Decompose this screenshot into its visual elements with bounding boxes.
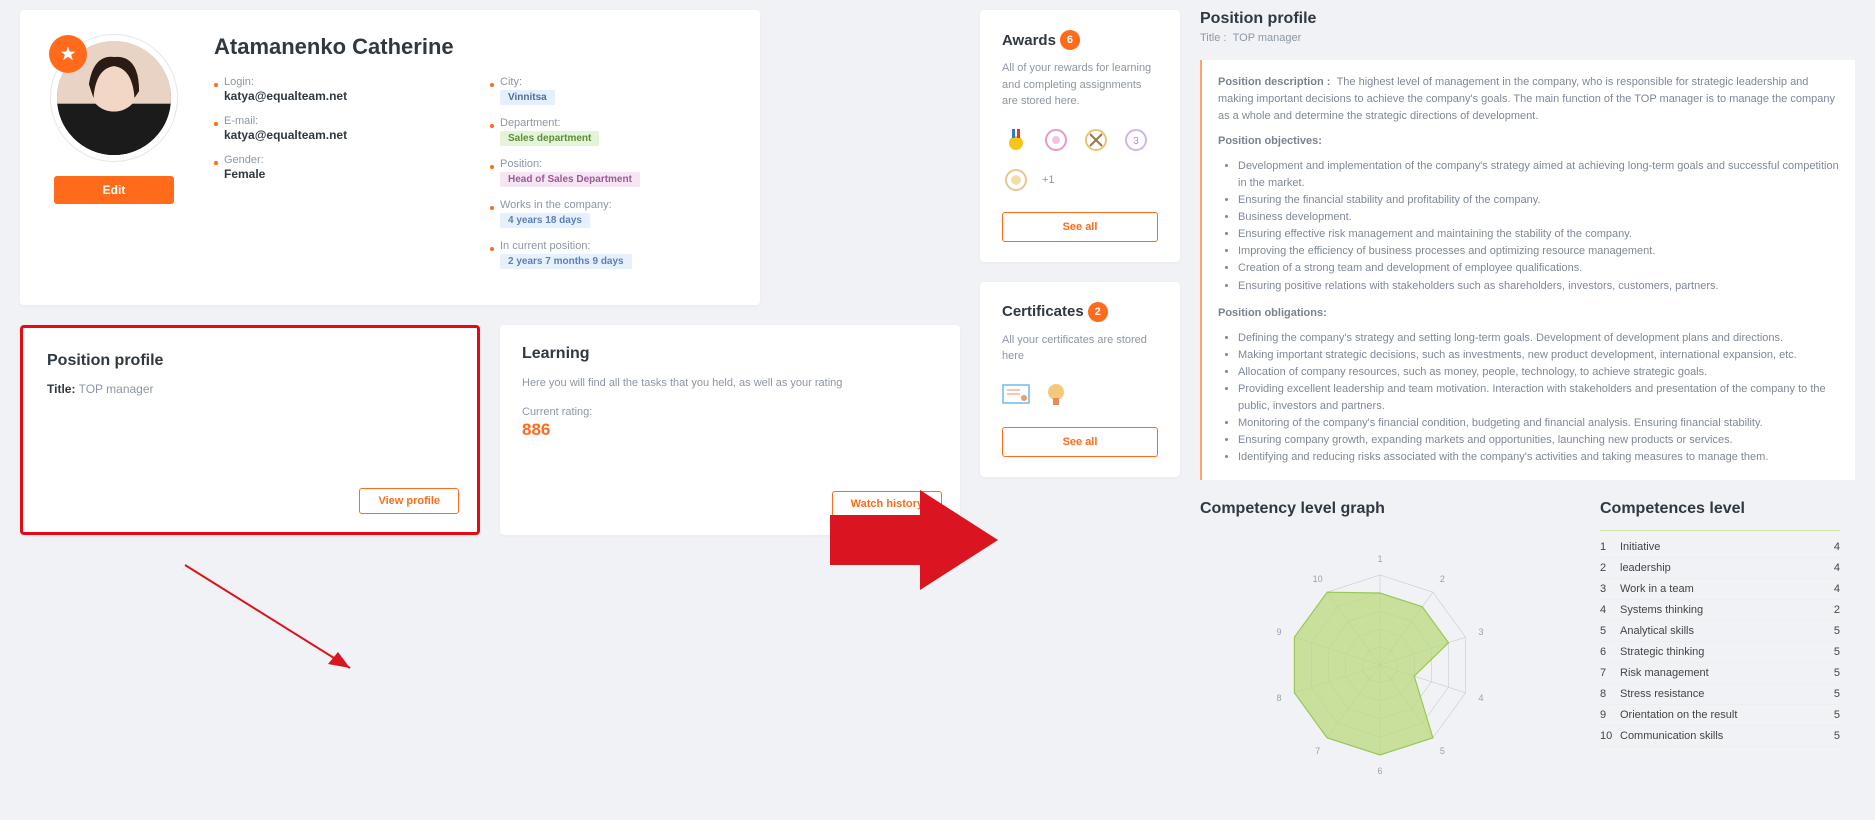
- learning-title: Learning: [522, 345, 938, 363]
- svg-text:2: 2: [1440, 574, 1445, 584]
- medal-icon: [1002, 126, 1030, 154]
- certificates-count-badge: 2: [1088, 302, 1108, 322]
- obligation-item: Allocation of company resources, such as…: [1238, 364, 1839, 381]
- svg-text:6: 6: [1377, 766, 1382, 776]
- objective-item: Ensuring effective risk management and m…: [1238, 226, 1839, 243]
- login-label: Login:: [224, 76, 460, 88]
- objective-item: Improving the efficiency of business pro…: [1238, 243, 1839, 260]
- desc-label: Position description :: [1218, 76, 1330, 88]
- awards-see-all-button[interactable]: See all: [1002, 212, 1158, 242]
- position-profile-panel: Position profile Title : TOP manager Pos…: [1200, 10, 1855, 800]
- competence-row: 6Strategic thinking5: [1600, 642, 1840, 663]
- dept-chip: Sales department: [500, 131, 599, 146]
- dept-label: Department:: [500, 117, 736, 129]
- email-value: katya@equalteam.net: [224, 128, 460, 142]
- position-title-value: TOP manager: [79, 382, 154, 396]
- certificates-desc: All your certificates are stored here: [1002, 332, 1158, 365]
- svg-text:3: 3: [1478, 627, 1483, 637]
- position-chip: Head of Sales Department: [500, 172, 640, 187]
- objective-item: Creation of a strong team and developmen…: [1238, 260, 1839, 277]
- city-label: City:: [500, 76, 736, 88]
- certificates-card: Certificates 2 All your certificates are…: [980, 282, 1180, 477]
- works-chip: 4 years 18 days: [500, 213, 590, 228]
- obligation-item: Defining the company's strategy and sett…: [1238, 330, 1839, 347]
- awards-extra: +1: [1042, 174, 1055, 186]
- right-header: Position profile: [1200, 10, 1855, 28]
- svg-text:10: 10: [1313, 574, 1323, 584]
- learning-desc: Here you will find all the tasks that yo…: [522, 375, 938, 392]
- profile-card: Edit Atamanenko Catherine Login:katya@eq…: [20, 10, 760, 305]
- competences-title: Competences level: [1600, 500, 1840, 518]
- certificates-see-all-button[interactable]: See all: [1002, 427, 1158, 457]
- competence-row: 8Stress resistance5: [1600, 684, 1840, 705]
- login-value: katya@equalteam.net: [224, 89, 460, 103]
- position-label: Position:: [500, 158, 736, 170]
- right-sub-value: TOP manager: [1233, 32, 1302, 44]
- objective-item: Development and implementation of the co…: [1238, 158, 1839, 192]
- star-badge-icon: [49, 35, 87, 73]
- svg-text:8: 8: [1276, 693, 1281, 703]
- obligation-item: Monitoring of the company's financial co…: [1238, 415, 1839, 432]
- svg-text:4: 4: [1478, 693, 1483, 703]
- competence-row: 9Orientation on the result5: [1600, 705, 1840, 726]
- objective-item: Ensuring positive relations with stakeho…: [1238, 278, 1839, 295]
- obligation-item: Providing excellent leadership and team …: [1238, 381, 1839, 415]
- svg-text:7: 7: [1315, 746, 1320, 756]
- svg-text:3: 3: [1133, 136, 1139, 147]
- rating-label: Current rating:: [522, 406, 938, 418]
- objective-item: Ensuring the financial stability and pro…: [1238, 192, 1839, 209]
- obligation-item: Identifying and reducing risks associate…: [1238, 449, 1839, 466]
- obligations-list: Defining the company's strategy and sett…: [1218, 330, 1839, 466]
- avatar-ring: [50, 34, 178, 162]
- svg-text:1: 1: [1377, 554, 1382, 564]
- awards-title: Awards: [1002, 32, 1056, 49]
- competence-row: 5Analytical skills5: [1600, 621, 1840, 642]
- rating-value: 886: [522, 420, 938, 440]
- obligation-item: Ensuring company growth, expanding marke…: [1238, 432, 1839, 449]
- obligation-item: Making important strategic decisions, su…: [1238, 347, 1839, 364]
- trophy-icon: 3: [1122, 126, 1150, 154]
- competence-row: 2leadership4: [1600, 558, 1840, 579]
- big-arrow-annotation-icon: [830, 485, 1000, 598]
- gender-value: Female: [224, 167, 460, 181]
- objective-item: Business development.: [1238, 209, 1839, 226]
- radar-chart: 1 2 3 4 5 6 7 8 9 10: [1235, 530, 1525, 800]
- graph-title: Competency level graph: [1200, 500, 1385, 518]
- email-label: E-mail:: [224, 115, 460, 127]
- certificate-icon-2: [1042, 381, 1070, 409]
- objectives-label: Position objectives:: [1218, 135, 1322, 147]
- position-profile-title: Position profile: [47, 352, 453, 370]
- gender-label: Gender:: [224, 154, 460, 166]
- works-label: Works in the company:: [500, 199, 736, 211]
- svg-text:5: 5: [1440, 746, 1445, 756]
- competence-row: 10Communication skills5: [1600, 726, 1840, 747]
- objectives-list: Development and implementation of the co…: [1218, 158, 1839, 294]
- awards-card: Awards 6 All of your rewards for learnin…: [980, 10, 1180, 262]
- certificate-icon-1: [1002, 381, 1030, 409]
- competences-table: 1Initiative42leadership43Work in a team4…: [1600, 530, 1840, 747]
- awards-count-badge: 6: [1060, 30, 1080, 50]
- competence-row: 7Risk management5: [1600, 663, 1840, 684]
- description-box: Position description : The highest level…: [1200, 60, 1855, 480]
- curpos-label: In current position:: [500, 240, 736, 252]
- awards-desc: All of your rewards for learning and com…: [1002, 60, 1158, 110]
- certificates-title: Certificates: [1002, 303, 1084, 320]
- edit-button[interactable]: Edit: [54, 176, 174, 204]
- competence-row: 3Work in a team4: [1600, 579, 1840, 600]
- competence-row: 4Systems thinking2: [1600, 600, 1840, 621]
- badge-icon: [1042, 126, 1070, 154]
- circle-badge-icon: [1002, 166, 1030, 194]
- svg-text:9: 9: [1276, 627, 1281, 637]
- curpos-chip: 2 years 7 months 9 days: [500, 254, 632, 269]
- profile-name: Atamanenko Catherine: [214, 34, 736, 60]
- position-profile-card: Position profile Title: TOP manager View…: [20, 325, 480, 535]
- position-title-label: Title:: [47, 382, 75, 396]
- small-arrow-annotation-icon: [180, 560, 380, 693]
- right-sub-label: Title :: [1200, 32, 1227, 44]
- view-profile-button[interactable]: View profile: [359, 488, 459, 514]
- competence-row: 1Initiative4: [1600, 537, 1840, 558]
- city-chip: Vinnitsa: [500, 90, 555, 105]
- crossed-tools-icon: [1082, 126, 1110, 154]
- obligations-label: Position obligations:: [1218, 307, 1327, 319]
